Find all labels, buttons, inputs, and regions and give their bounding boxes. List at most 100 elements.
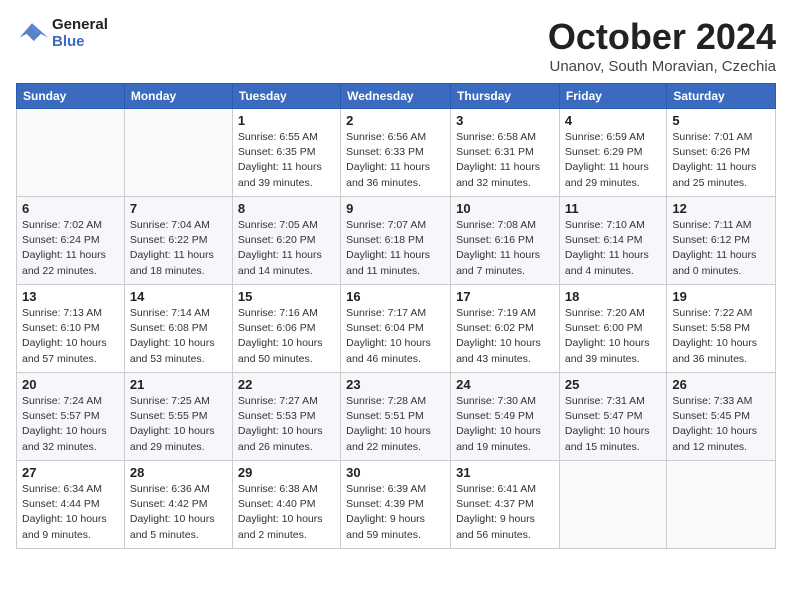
logo-text-line2: Blue xyxy=(52,33,108,50)
day-info: Sunrise: 6:59 AM Sunset: 6:29 PM Dayligh… xyxy=(565,130,661,191)
calendar-cell: 9Sunrise: 7:07 AM Sunset: 6:18 PM Daylig… xyxy=(341,197,451,285)
day-info: Sunrise: 6:55 AM Sunset: 6:35 PM Dayligh… xyxy=(238,130,335,191)
day-number: 5 xyxy=(672,113,770,128)
calendar-cell xyxy=(17,109,125,197)
day-info: Sunrise: 7:16 AM Sunset: 6:06 PM Dayligh… xyxy=(238,306,335,367)
calendar-cell: 23 Sunrise: 7:28 AM Sunset: 5:51 PM Dayli… xyxy=(341,373,451,461)
day-info: Sunrise: 7:10 AM Sunset: 6:14 PM Dayligh… xyxy=(565,218,661,279)
calendar-week-2: 6 Sunrise: 7:02 AM Sunset: 6:24 PM Daylig… xyxy=(17,197,776,285)
day-info: Sunrise: 6:41 AM Sunset: 4:37 PM Dayligh… xyxy=(456,482,554,543)
calendar-cell xyxy=(559,461,666,549)
day-info: Sunrise: 7:27 AM Sunset: 5:53 PM Dayligh… xyxy=(238,394,335,455)
day-info: Sunrise: 7:31 AM Sunset: 5:47 PM Dayligh… xyxy=(565,394,661,455)
calendar-cell: 6 Sunrise: 7:02 AM Sunset: 6:24 PM Daylig… xyxy=(17,197,125,285)
day-info: Sunrise: 7:01 AM Sunset: 6:26 PM Dayligh… xyxy=(672,130,770,191)
calendar-cell: 3 Sunrise: 6:58 AM Sunset: 6:31 PM Daylig… xyxy=(451,109,560,197)
day-number: 27 xyxy=(22,465,119,480)
day-number: 2 xyxy=(346,113,445,128)
calendar-cell: 15 Sunrise: 7:16 AM Sunset: 6:06 PM Dayli… xyxy=(232,285,340,373)
calendar-cell xyxy=(667,461,776,549)
day-number: 23 xyxy=(346,377,445,392)
weekday-header-monday: Monday xyxy=(124,84,232,109)
day-info: Sunrise: 7:04 AM Sunset: 6:22 PM Dayligh… xyxy=(130,218,227,279)
weekday-header-sunday: Sunday xyxy=(17,84,125,109)
day-info: Sunrise: 7:05 AM Sunset: 6:20 PM Dayligh… xyxy=(238,218,335,279)
day-info: Sunrise: 7:19 AM Sunset: 6:02 PM Dayligh… xyxy=(456,306,554,367)
day-number: 13 xyxy=(22,289,119,304)
day-info: Sunrise: 7:25 AM Sunset: 5:55 PM Dayligh… xyxy=(130,394,227,455)
day-number: 9 xyxy=(346,201,445,216)
calendar-cell: 30 Sunrise: 6:39 AM Sunset: 4:39 PM Dayli… xyxy=(341,461,451,549)
calendar-cell: 31 Sunrise: 6:41 AM Sunset: 4:37 PM Dayli… xyxy=(451,461,560,549)
day-info: Sunrise: 7:02 AM Sunset: 6:24 PM Dayligh… xyxy=(22,218,119,279)
calendar-cell: 16 Sunrise: 7:17 AM Sunset: 6:04 PM Dayli… xyxy=(341,285,451,373)
day-number: 22 xyxy=(238,377,335,392)
weekday-header-row: SundayMondayTuesdayWednesdayThursdayFrid… xyxy=(17,84,776,109)
calendar-cell: 18 Sunrise: 7:20 AM Sunset: 6:00 PM Dayli… xyxy=(559,285,666,373)
day-info: Sunrise: 7:14 AM Sunset: 6:08 PM Dayligh… xyxy=(130,306,227,367)
location: Unanov, South Moravian, Czechia xyxy=(548,58,776,75)
day-number: 24 xyxy=(456,377,554,392)
weekday-header-thursday: Thursday xyxy=(451,84,560,109)
calendar-week-4: 20Sunrise: 7:24 AM Sunset: 5:57 PM Dayli… xyxy=(17,373,776,461)
day-number: 17 xyxy=(456,289,554,304)
day-info: Sunrise: 6:58 AM Sunset: 6:31 PM Dayligh… xyxy=(456,130,554,191)
day-number: 14 xyxy=(130,289,227,304)
calendar-cell: 2 Sunrise: 6:56 AM Sunset: 6:33 PM Daylig… xyxy=(341,109,451,197)
calendar-week-3: 13Sunrise: 7:13 AM Sunset: 6:10 PM Dayli… xyxy=(17,285,776,373)
day-info: Sunrise: 7:11 AM Sunset: 6:12 PM Dayligh… xyxy=(672,218,770,279)
day-info: Sunrise: 7:20 AM Sunset: 6:00 PM Dayligh… xyxy=(565,306,661,367)
day-number: 28 xyxy=(130,465,227,480)
day-number: 15 xyxy=(238,289,335,304)
day-info: Sunrise: 6:39 AM Sunset: 4:39 PM Dayligh… xyxy=(346,482,445,543)
logo-icon xyxy=(16,19,48,47)
day-number: 19 xyxy=(672,289,770,304)
calendar-cell: 7Sunrise: 7:04 AM Sunset: 6:22 PM Daylig… xyxy=(124,197,232,285)
weekday-header-friday: Friday xyxy=(559,84,666,109)
calendar-cell: 10 Sunrise: 7:08 AM Sunset: 6:16 PM Dayli… xyxy=(451,197,560,285)
calendar-cell: 13Sunrise: 7:13 AM Sunset: 6:10 PM Dayli… xyxy=(17,285,125,373)
calendar-cell xyxy=(124,109,232,197)
day-info: Sunrise: 6:38 AM Sunset: 4:40 PM Dayligh… xyxy=(238,482,335,543)
calendar-cell: 21 Sunrise: 7:25 AM Sunset: 5:55 PM Dayli… xyxy=(124,373,232,461)
calendar-week-1: 1 Sunrise: 6:55 AM Sunset: 6:35 PM Daylig… xyxy=(17,109,776,197)
calendar-cell: 20Sunrise: 7:24 AM Sunset: 5:57 PM Dayli… xyxy=(17,373,125,461)
weekday-header-tuesday: Tuesday xyxy=(232,84,340,109)
calendar-cell: 22 Sunrise: 7:27 AM Sunset: 5:53 PM Dayli… xyxy=(232,373,340,461)
day-number: 3 xyxy=(456,113,554,128)
calendar-cell: 1 Sunrise: 6:55 AM Sunset: 6:35 PM Daylig… xyxy=(232,109,340,197)
calendar-week-5: 27 Sunrise: 6:34 AM Sunset: 4:44 PM Dayli… xyxy=(17,461,776,549)
logo: General Blue xyxy=(16,16,108,50)
day-info: Sunrise: 6:56 AM Sunset: 6:33 PM Dayligh… xyxy=(346,130,445,191)
day-info: Sunrise: 7:33 AM Sunset: 5:45 PM Dayligh… xyxy=(672,394,770,455)
day-number: 26 xyxy=(672,377,770,392)
calendar-cell: 14 Sunrise: 7:14 AM Sunset: 6:08 PM Dayli… xyxy=(124,285,232,373)
day-number: 8 xyxy=(238,201,335,216)
day-number: 29 xyxy=(238,465,335,480)
day-info: Sunrise: 6:34 AM Sunset: 4:44 PM Dayligh… xyxy=(22,482,119,543)
weekday-header-wednesday: Wednesday xyxy=(341,84,451,109)
day-number: 25 xyxy=(565,377,661,392)
day-info: Sunrise: 7:22 AM Sunset: 5:58 PM Dayligh… xyxy=(672,306,770,367)
day-number: 31 xyxy=(456,465,554,480)
day-number: 6 xyxy=(22,201,119,216)
day-number: 10 xyxy=(456,201,554,216)
title-block: October 2024 Unanov, South Moravian, Cze… xyxy=(548,16,776,75)
calendar-cell: 27 Sunrise: 6:34 AM Sunset: 4:44 PM Dayli… xyxy=(17,461,125,549)
day-number: 11 xyxy=(565,201,661,216)
calendar-cell: 12Sunrise: 7:11 AM Sunset: 6:12 PM Dayli… xyxy=(667,197,776,285)
calendar-cell: 24 Sunrise: 7:30 AM Sunset: 5:49 PM Dayli… xyxy=(451,373,560,461)
day-number: 30 xyxy=(346,465,445,480)
day-number: 1 xyxy=(238,113,335,128)
day-number: 21 xyxy=(130,377,227,392)
calendar-cell: 11 Sunrise: 7:10 AM Sunset: 6:14 PM Dayli… xyxy=(559,197,666,285)
month-title: October 2024 xyxy=(548,16,776,58)
day-number: 18 xyxy=(565,289,661,304)
calendar-cell: 17 Sunrise: 7:19 AM Sunset: 6:02 PM Dayli… xyxy=(451,285,560,373)
day-info: Sunrise: 7:30 AM Sunset: 5:49 PM Dayligh… xyxy=(456,394,554,455)
day-number: 16 xyxy=(346,289,445,304)
day-info: Sunrise: 7:17 AM Sunset: 6:04 PM Dayligh… xyxy=(346,306,445,367)
calendar-cell: 28Sunrise: 6:36 AM Sunset: 4:42 PM Dayli… xyxy=(124,461,232,549)
day-info: Sunrise: 7:28 AM Sunset: 5:51 PM Dayligh… xyxy=(346,394,445,455)
day-info: Sunrise: 7:08 AM Sunset: 6:16 PM Dayligh… xyxy=(456,218,554,279)
